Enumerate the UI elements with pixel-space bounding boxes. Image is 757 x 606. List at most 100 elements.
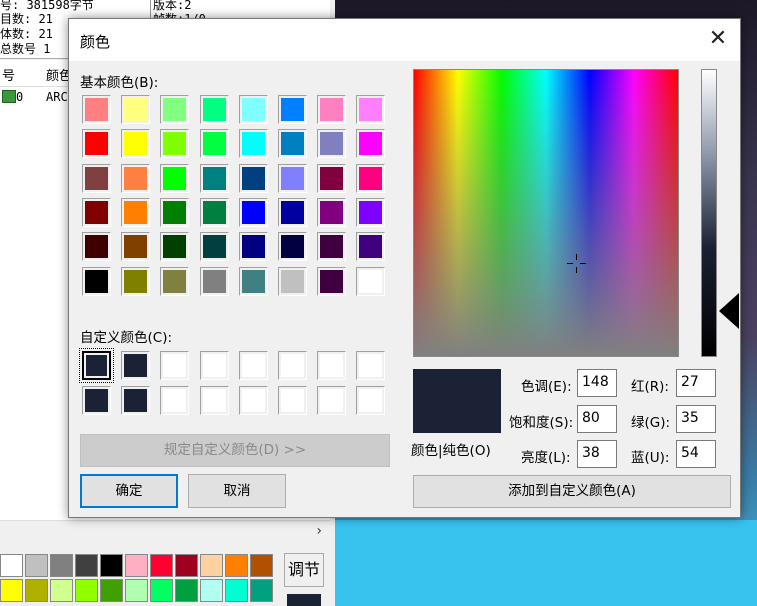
basic-color-swatch[interactable] <box>356 95 386 124</box>
palette-color-swatch[interactable] <box>200 579 223 602</box>
basic-color-swatch[interactable] <box>121 95 151 124</box>
palette-color-swatch[interactable] <box>25 579 48 602</box>
scroll-right-icon[interactable]: › <box>316 523 322 539</box>
palette-color-swatch[interactable] <box>225 554 248 577</box>
basic-color-swatch[interactable] <box>238 129 268 159</box>
basic-color-swatch[interactable] <box>82 95 111 124</box>
basic-color-swatch[interactable] <box>160 163 190 193</box>
custom-color-swatch[interactable] <box>356 386 386 415</box>
basic-color-swatch[interactable] <box>160 197 190 227</box>
palette-color-swatch[interactable] <box>225 579 248 602</box>
basic-color-swatch[interactable] <box>121 266 151 296</box>
basic-color-swatch[interactable] <box>278 232 307 262</box>
basic-color-swatch[interactable] <box>82 266 111 296</box>
palette-color-swatch[interactable] <box>100 579 123 602</box>
custom-color-swatch[interactable] <box>278 386 307 415</box>
basic-color-swatch[interactable] <box>278 266 307 296</box>
basic-color-swatch[interactable] <box>317 232 347 262</box>
palette-color-swatch[interactable] <box>0 554 23 577</box>
basic-color-swatch[interactable] <box>238 197 268 227</box>
basic-color-swatch[interactable] <box>121 232 151 262</box>
palette-color-swatch[interactable] <box>250 554 273 577</box>
custom-color-swatch[interactable] <box>121 351 151 380</box>
custom-color-swatch[interactable] <box>79 348 114 383</box>
basic-color-swatch[interactable] <box>82 129 111 159</box>
custom-color-swatch[interactable] <box>199 351 229 380</box>
basic-color-swatch[interactable] <box>238 163 268 193</box>
basic-color-swatch[interactable] <box>356 129 386 159</box>
basic-color-swatch[interactable] <box>160 266 190 296</box>
palette-color-swatch[interactable] <box>200 554 223 577</box>
close-icon[interactable]: ✕ <box>704 27 732 53</box>
basic-color-swatch[interactable] <box>356 266 386 296</box>
palette-color-swatch[interactable] <box>25 554 48 577</box>
palette-color-swatch[interactable] <box>50 554 73 577</box>
basic-color-swatch[interactable] <box>278 163 307 193</box>
luminosity-slider-arrow-icon[interactable] <box>719 293 739 329</box>
basic-color-swatch[interactable] <box>199 232 229 262</box>
custom-color-swatch[interactable] <box>82 386 111 415</box>
luminosity-bar[interactable] <box>701 69 717 357</box>
basic-color-swatch[interactable] <box>356 163 386 193</box>
palette-color-swatch[interactable] <box>150 554 173 577</box>
basic-color-swatch[interactable] <box>238 232 268 262</box>
basic-color-swatch[interactable] <box>160 232 190 262</box>
basic-color-swatch[interactable] <box>160 129 190 159</box>
basic-color-swatch[interactable] <box>121 197 151 227</box>
basic-color-swatch[interactable] <box>199 129 229 159</box>
basic-color-swatch[interactable] <box>199 95 229 124</box>
basic-color-swatch[interactable] <box>317 266 347 296</box>
saturation-input[interactable]: 80 <box>577 405 617 433</box>
basic-color-swatch[interactable] <box>199 163 229 193</box>
basic-color-swatch[interactable] <box>82 197 111 227</box>
basic-color-swatch[interactable] <box>121 163 151 193</box>
crosshair-icon[interactable] <box>567 254 586 273</box>
basic-color-swatch[interactable] <box>278 95 307 124</box>
custom-color-swatch[interactable] <box>317 386 347 415</box>
custom-color-swatch[interactable] <box>278 351 307 380</box>
preview-label[interactable]: 颜色|纯色(O) <box>411 439 491 459</box>
palette-color-swatch[interactable] <box>75 554 98 577</box>
ok-button[interactable]: 确定 <box>80 474 178 508</box>
basic-color-swatch[interactable] <box>317 163 347 193</box>
color-spectrum[interactable] <box>413 69 679 357</box>
basic-color-swatch[interactable] <box>317 197 347 227</box>
custom-color-swatch[interactable] <box>356 351 386 380</box>
basic-color-swatch[interactable] <box>199 266 229 296</box>
custom-color-swatch[interactable] <box>238 351 268 380</box>
basic-color-swatch[interactable] <box>317 129 347 159</box>
palette-color-swatch[interactable] <box>125 554 148 577</box>
basic-color-swatch[interactable] <box>356 232 386 262</box>
basic-color-swatch[interactable] <box>317 95 347 124</box>
palette-color-swatch[interactable] <box>175 554 198 577</box>
palette-color-swatch[interactable] <box>100 554 123 577</box>
custom-color-swatch[interactable] <box>121 386 151 415</box>
add-to-custom-colors-button[interactable]: 添加到自定义颜色(A) <box>413 475 731 508</box>
custom-color-swatch[interactable] <box>317 351 347 380</box>
basic-color-swatch[interactable] <box>82 232 111 262</box>
basic-color-swatch[interactable] <box>199 197 229 227</box>
basic-color-swatch[interactable] <box>238 266 268 296</box>
palette-color-swatch[interactable] <box>250 579 273 602</box>
title-bar[interactable]: 颜色 ✕ <box>69 19 740 61</box>
basic-color-swatch[interactable] <box>82 163 111 193</box>
palette-color-swatch[interactable] <box>150 579 173 602</box>
define-custom-colors-button[interactable]: 规定自定义颜色(D) >> <box>80 434 390 467</box>
luminosity-input[interactable]: 38 <box>577 440 617 468</box>
basic-color-swatch[interactable] <box>278 129 307 159</box>
hue-input[interactable]: 148 <box>577 369 617 397</box>
blue-input[interactable]: 54 <box>676 440 716 468</box>
custom-color-swatch[interactable] <box>160 386 190 415</box>
green-input[interactable]: 35 <box>676 405 716 433</box>
basic-color-swatch[interactable] <box>121 129 151 159</box>
palette-color-swatch[interactable] <box>75 579 98 602</box>
palette-color-swatch[interactable] <box>125 579 148 602</box>
horizontal-scrollbar[interactable]: › <box>0 520 330 543</box>
cancel-button[interactable]: 取消 <box>188 474 286 508</box>
red-input[interactable]: 27 <box>676 369 716 397</box>
basic-color-swatch[interactable] <box>278 197 307 227</box>
palette-color-swatch[interactable] <box>175 579 198 602</box>
palette-color-swatch[interactable] <box>50 579 73 602</box>
custom-color-swatch[interactable] <box>238 386 268 415</box>
basic-color-swatch[interactable] <box>356 197 386 227</box>
